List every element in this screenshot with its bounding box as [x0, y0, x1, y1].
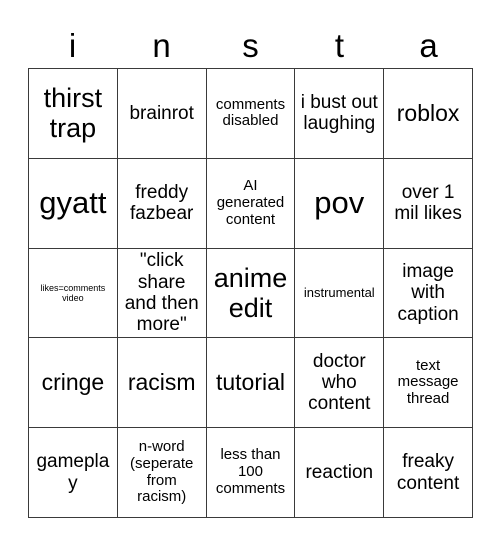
bingo-header-letter-2: n	[152, 26, 171, 64]
bingo-cell[interactable]: over 1 mil likes	[384, 158, 473, 249]
bingo-cell-label: instrumental	[303, 284, 375, 300]
bingo-cell[interactable]: cringe	[29, 338, 118, 429]
bingo-cell[interactable]: freaky content	[384, 428, 473, 518]
bingo-cell-label: tutorial	[215, 368, 286, 395]
bingo-cell-label: roblox	[396, 99, 460, 126]
bingo-cell-label: freaky content	[396, 451, 460, 494]
bingo-cell[interactable]: pov	[295, 158, 385, 249]
bingo-cell[interactable]: anime edit	[206, 248, 296, 339]
bingo-cell[interactable]: gameplay	[29, 428, 118, 518]
bingo-cell[interactable]: n-word (seperate from racism)	[117, 428, 207, 518]
bingo-cell-label: thirst trap	[43, 83, 103, 144]
bingo-cell-label: text message thread	[397, 356, 459, 408]
bingo-cell[interactable]: AI generated content	[206, 158, 296, 249]
bingo-cell[interactable]: gyatt	[29, 158, 118, 249]
bingo-cell[interactable]: doctor who content	[295, 338, 385, 429]
bingo-cell[interactable]: less than 100 comments	[206, 428, 296, 518]
bingo-cell[interactable]: i bust out laughing	[295, 69, 385, 159]
bingo-cell-label: likes=comments video	[40, 282, 106, 303]
bingo-cell[interactable]: instrumental	[295, 248, 385, 339]
bingo-cell[interactable]: roblox	[384, 69, 473, 159]
bingo-cell-label: comments disabled	[215, 95, 286, 130]
bingo-cell[interactable]: image with caption	[384, 248, 473, 339]
bingo-cell-label: freddy fazbear	[130, 181, 194, 225]
bingo-cell[interactable]: freddy fazbear	[117, 158, 207, 249]
bingo-cell[interactable]: "click share and then more"	[117, 248, 207, 339]
bingo-cell-label: i bust out laughing	[300, 92, 378, 135]
bingo-header-letter-1: i	[68, 26, 77, 64]
bingo-cell[interactable]: brainrot	[117, 69, 207, 159]
bingo-cell[interactable]: text message thread	[384, 338, 473, 429]
bingo-cell-label: reaction	[305, 461, 374, 483]
bingo-cell-label: less than 100 comments	[215, 446, 286, 497]
bingo-cell[interactable]: comments disabled	[206, 69, 296, 159]
bingo-cell-label: "click share and then more"	[124, 250, 199, 336]
bingo-cell-label: brainrot	[129, 102, 194, 124]
bingo-cell-label: gameplay	[36, 451, 110, 494]
bingo-cell[interactable]: thirst trap	[29, 69, 118, 159]
bingo-cell-label: cringe	[41, 368, 105, 395]
bingo-cell[interactable]: tutorial	[206, 338, 296, 429]
bingo-cell-label: doctor who content	[308, 350, 371, 415]
bingo-cell-label: AI generated content	[216, 177, 285, 228]
bingo-cell[interactable]: reaction	[295, 428, 385, 518]
bingo-header-letter-3: s	[242, 26, 259, 64]
bingo-cell-label: over 1 mil likes	[394, 181, 462, 225]
bingo-cell-label: pov	[314, 184, 365, 220]
bingo-card: i n s t a thirst trap brainrot comments …	[0, 0, 500, 544]
bingo-cell-label: n-word (seperate from racism)	[130, 438, 194, 506]
bingo-cell-label: anime edit	[213, 262, 288, 323]
bingo-grid: thirst trap brainrot comments disabled i…	[28, 68, 473, 518]
bingo-header-letter-5: a	[419, 26, 438, 64]
bingo-cell-label: gyatt	[39, 184, 107, 220]
bingo-header-letter-4: t	[334, 26, 345, 64]
bingo-cell-label: image with caption	[397, 261, 459, 325]
bingo-cell-label: racism	[127, 368, 196, 395]
bingo-cell[interactable]: likes=comments video	[29, 248, 118, 339]
bingo-cell[interactable]: racism	[117, 338, 207, 429]
bingo-header-row: i n s t a	[28, 22, 473, 68]
